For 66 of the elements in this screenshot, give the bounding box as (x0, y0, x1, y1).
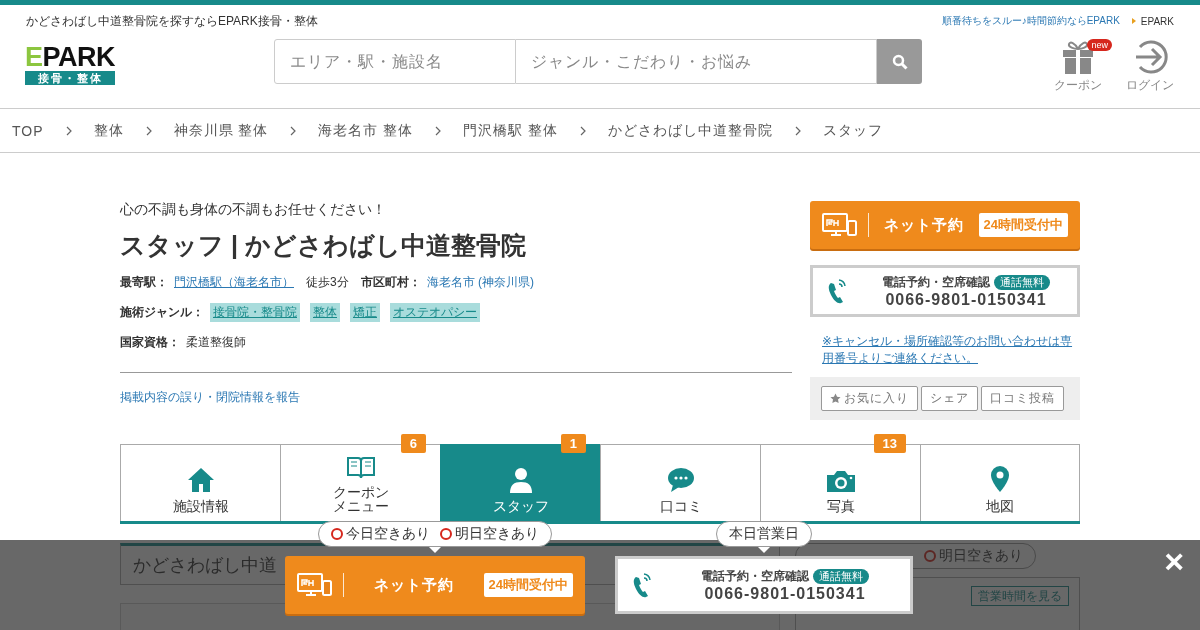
close-button[interactable]: × (1164, 542, 1184, 581)
breadcrumb-link[interactable]: 神奈川県 整体 (173, 121, 269, 140)
count-badge: 6 (400, 434, 426, 453)
camera-icon (825, 469, 856, 493)
chevron-icon (795, 125, 802, 136)
chevron-icon (580, 125, 587, 136)
count-badge: 1 (560, 434, 586, 453)
phone-icon (632, 571, 654, 599)
page-title: スタッフ | かどさわばし中道整骨院 (120, 230, 527, 261)
favorite-button[interactable]: お気に入り (821, 386, 918, 411)
logo[interactable]: EPARK 接骨・整体 (25, 43, 115, 85)
breadcrumb-link[interactable]: 海老名市 整体 (318, 121, 414, 140)
map-pin-icon (990, 465, 1010, 493)
book-icon (345, 455, 376, 479)
walk-time: 徒歩3分 (306, 273, 349, 291)
availability-label: 今日空きあり (331, 525, 430, 543)
chevron-icon (145, 125, 152, 136)
breadcrumb-link[interactable]: スタッフ (823, 121, 884, 140)
genre-tag[interactable]: 整体 (310, 302, 340, 322)
chevron-icon (435, 125, 442, 136)
chat-icon (666, 467, 695, 493)
device-icon (297, 572, 333, 598)
notice-link[interactable]: ※キャンセル・場所確認等のお問い合わせは専用番号よりご連絡ください。 (822, 333, 1080, 367)
area-search-field[interactable]: エリア・駅・施設名 (274, 39, 516, 84)
license-value: 柔道整復師 (186, 333, 246, 351)
phone-icon (827, 277, 849, 305)
search-icon (891, 53, 908, 70)
station-link[interactable]: 門沢橋駅（海老名市） (174, 273, 294, 291)
new-badge: new (1087, 39, 1112, 51)
star-icon (830, 393, 841, 404)
phone-reservation-button[interactable]: 電話予約・空席確認 通話無料 0066-9801-0150341 (615, 556, 913, 614)
city-label: 市区町村： (360, 273, 421, 291)
coupon-button[interactable]: new クーポン (1054, 39, 1112, 94)
genre-search-field[interactable]: ジャンル・こだわり・お悩み (516, 39, 877, 84)
genre-tag[interactable]: オステオパシー (390, 302, 480, 322)
open-today-bubble: 本日営業日 (716, 521, 812, 547)
catchphrase: 心の不調も身体の不調もお任せください！ (120, 201, 387, 219)
person-icon (508, 467, 533, 493)
nav-tab[interactable]: 施設情報 (120, 444, 280, 521)
action-button[interactable]: 口コミ投稿 (981, 386, 1064, 411)
breadcrumb-link[interactable]: かどさわばし中道整骨院 (608, 121, 774, 140)
breadcrumb-link[interactable]: TOP (12, 122, 44, 139)
house-icon (186, 467, 215, 493)
genre-tag[interactable]: 接骨院・整骨院 (210, 302, 300, 322)
breadcrumb-link[interactable]: 門沢橋駅 整体 (463, 121, 559, 140)
login-button[interactable]: ログイン (1126, 39, 1174, 94)
genre-tag[interactable]: 矯正 (350, 302, 380, 322)
nav-tab[interactable]: 口コミ (600, 444, 760, 521)
chevron-icon (65, 125, 72, 136)
phone-reservation-button[interactable]: 電話予約・空席確認 通話無料 0066-9801-0150341 (810, 265, 1080, 317)
report-link[interactable]: 掲載内容の誤り・閉院情報を報告 (120, 390, 300, 404)
count-badge: 13 (873, 434, 906, 453)
genre-label: 施術ジャンル： (120, 303, 204, 321)
promo-link[interactable]: 順番待ちをスルー♪時間節約ならEPARK (941, 14, 1120, 28)
chevron-icon (290, 125, 297, 136)
search-button[interactable] (877, 39, 922, 84)
nav-tab[interactable]: 地図 (920, 444, 1080, 521)
station-label: 最寄駅： (120, 273, 168, 291)
brand-link[interactable]: EPARK (1131, 15, 1174, 27)
city-link[interactable]: 海老名市 (神奈川県) (426, 273, 534, 291)
tagline: かどさわばし中道整骨院を探すならEPARK接骨・整体 (26, 13, 318, 30)
action-button[interactable]: シェア (921, 386, 978, 411)
license-label: 国家資格： (120, 333, 180, 351)
breadcrumb-link[interactable]: 整体 (93, 121, 124, 140)
device-icon (822, 212, 858, 238)
availability-label: 明日空きあり (440, 525, 539, 543)
